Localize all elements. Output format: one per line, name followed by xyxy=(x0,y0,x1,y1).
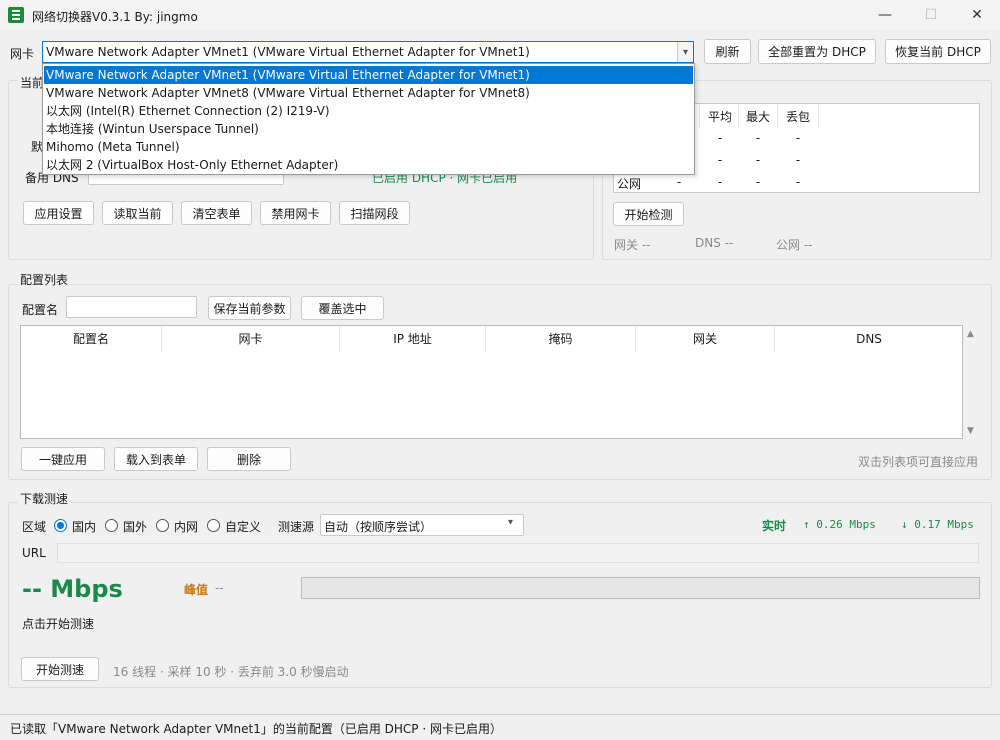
region-domestic-label[interactable]: 国内 xyxy=(72,518,96,535)
speedtest-hint: 点击开始测速 xyxy=(22,617,95,631)
chevron-down-icon[interactable]: ▾ xyxy=(677,42,693,62)
nic-label: 网卡 xyxy=(10,47,35,61)
close-button[interactable]: ✕ xyxy=(954,0,1000,30)
speed-progress-bar xyxy=(301,577,980,599)
region-label: 区域 xyxy=(22,520,47,534)
save-config-button[interactable]: 保存当前参数 xyxy=(208,296,291,320)
ping-cell: - xyxy=(717,131,723,145)
disable-nic-button[interactable]: 禁用网卡 xyxy=(260,201,331,225)
maximize-button[interactable]: ☐ xyxy=(908,0,954,30)
url-label: URL xyxy=(22,546,46,560)
region-radio-domestic[interactable] xyxy=(54,519,67,532)
speed-value: -- Mbps xyxy=(22,575,123,603)
scan-subnet-button[interactable]: 扫描网段 xyxy=(339,201,410,225)
load-to-form-button[interactable]: 载入到表单 xyxy=(114,447,198,471)
config-table[interactable]: 配置名 网卡 IP 地址 掩码 网关 DNS xyxy=(20,325,963,439)
column-header-gateway[interactable]: 网关 xyxy=(636,326,775,352)
nic-option[interactable]: Mihomo (Meta Tunnel) xyxy=(44,138,693,156)
status-text: 已读取「VMware Network Adapter VMnet1」的当前配置（… xyxy=(10,722,502,736)
region-radio-foreign[interactable] xyxy=(105,519,118,532)
peak-value: -- xyxy=(215,581,224,595)
ping-header-loss: 丢包 xyxy=(785,110,810,124)
delete-button[interactable]: 删除 xyxy=(207,447,291,471)
column-header-name[interactable]: 配置名 xyxy=(21,326,162,352)
nic-select-value: VMware Network Adapter VMnet1 (VMware Vi… xyxy=(46,45,530,59)
overwrite-selected-button[interactable]: 覆盖选中 xyxy=(301,296,384,320)
ping-cell: - xyxy=(755,131,761,145)
scroll-down-icon[interactable]: ▼ xyxy=(967,426,974,436)
column-header-dns[interactable]: DNS xyxy=(775,326,963,352)
dns-status: DNS -- xyxy=(695,236,734,250)
nic-option[interactable]: 以太网 (Intel(R) Ethernet Connection (2) I2… xyxy=(44,102,693,120)
start-speedtest-button[interactable]: 开始测速 xyxy=(21,657,99,681)
source-label: 测速源 xyxy=(278,520,315,534)
apply-settings-button[interactable]: 应用设置 xyxy=(23,201,94,225)
column-header-mask[interactable]: 掩码 xyxy=(486,326,636,352)
config-list-legend: 配置列表 xyxy=(18,271,71,288)
realtime-label: 实时 xyxy=(762,519,787,533)
reset-all-dhcp-button[interactable]: 全部重置为 DHCP xyxy=(758,39,876,64)
ping-cell: - xyxy=(755,153,761,167)
status-bar: 已读取「VMware Network Adapter VMnet1」的当前配置（… xyxy=(0,714,1000,740)
public-status: 公网 -- xyxy=(776,238,813,252)
minimize-button[interactable]: — xyxy=(862,0,908,30)
source-select-value: 自动（按顺序尝试） xyxy=(324,520,433,534)
ping-cell: - xyxy=(717,153,723,167)
ping-cell: - xyxy=(795,131,801,145)
title-bar: 网络切换器V0.3.1 By: jingmo — ☐ ✕ xyxy=(0,0,1000,30)
app-icon xyxy=(8,7,24,23)
ping-header-avg: 平均 xyxy=(707,110,732,124)
clear-form-button[interactable]: 清空表单 xyxy=(181,201,252,225)
ping-cell: - xyxy=(795,175,801,189)
config-name-input[interactable] xyxy=(66,296,197,318)
nic-dropdown-list[interactable]: VMware Network Adapter VMnet1 (VMware Vi… xyxy=(42,63,695,175)
peak-label: 峰值 xyxy=(184,583,209,597)
ping-header-max: 最大 xyxy=(745,110,770,124)
region-radio-custom[interactable] xyxy=(207,519,220,532)
ping-cell: - xyxy=(717,175,723,189)
ping-cell: - xyxy=(795,153,801,167)
column-header-nic[interactable]: 网卡 xyxy=(162,326,340,352)
nic-option[interactable]: 以太网 2 (VirtualBox Host-Only Ethernet Ada… xyxy=(44,156,693,174)
restore-dhcp-button[interactable]: 恢复当前 DHCP xyxy=(885,39,991,64)
config-name-label: 配置名 xyxy=(22,303,59,317)
window-title: 网络切换器V0.3.1 By: jingmo xyxy=(32,10,198,24)
ping-row-public-label: 公网 xyxy=(617,177,642,191)
scroll-up-icon[interactable]: ▲ xyxy=(967,329,974,339)
apply-one-click-button[interactable]: 一键应用 xyxy=(21,447,105,471)
nic-option[interactable]: 本地连接 (Wintun Userspace Tunnel) xyxy=(44,120,693,138)
column-header-ip[interactable]: IP 地址 xyxy=(340,326,486,352)
upload-rate: ↑ 0.26 Mbps xyxy=(803,518,876,531)
ping-cell: - xyxy=(755,175,761,189)
refresh-button[interactable]: 刷新 xyxy=(704,39,751,64)
nic-option[interactable]: VMware Network Adapter VMnet8 (VMware Vi… xyxy=(44,84,693,102)
gateway-status: 网关 -- xyxy=(614,238,651,252)
url-input[interactable] xyxy=(57,543,979,563)
download-rate: ↓ 0.17 Mbps xyxy=(901,518,974,531)
start-ping-button[interactable]: 开始检测 xyxy=(613,202,684,226)
config-list-hint: 双击列表项可直接应用 xyxy=(858,455,979,469)
region-lan-label[interactable]: 内网 xyxy=(174,518,198,535)
region-radio-lan[interactable] xyxy=(156,519,169,532)
nic-option[interactable]: VMware Network Adapter VMnet1 (VMware Vi… xyxy=(44,66,693,84)
chevron-down-icon[interactable]: ▾ xyxy=(508,517,513,528)
ping-cell: - xyxy=(676,175,682,189)
speedtest-legend: 下载测速 xyxy=(18,490,71,507)
region-custom-label[interactable]: 自定义 xyxy=(225,518,261,535)
read-current-button[interactable]: 读取当前 xyxy=(102,201,173,225)
speedtest-params: 16 线程 · 采样 10 秒 · 丢弃前 3.0 秒慢启动 xyxy=(113,665,349,679)
region-foreign-label[interactable]: 国外 xyxy=(123,518,147,535)
